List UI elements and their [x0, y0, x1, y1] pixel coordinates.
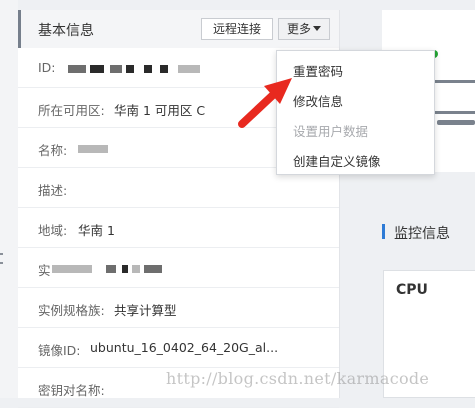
redacted-value: [106, 265, 116, 273]
menu-item-reset-password[interactable]: 重置密码: [293, 61, 343, 80]
info-row-image: 镜像ID: ubuntu_16_0402_64_20G_al...: [18, 328, 339, 368]
edge-mark: [0, 262, 3, 264]
redacted-value: [144, 265, 162, 273]
remote-connect-button[interactable]: 远程连接: [201, 18, 273, 40]
cpu-chart-title: CPU: [396, 282, 428, 298]
panel-header: 基本信息 远程连接 更多: [18, 10, 339, 48]
row-value: ubuntu_16_0402_64_20G_al...: [90, 340, 279, 355]
redacted-value: [68, 65, 86, 73]
row-label: 实: [38, 263, 51, 278]
row-label: 实例规格族:: [38, 303, 105, 318]
edge-mark: [0, 253, 3, 255]
watermark: http://blog.csdn.net/karmacode: [166, 369, 430, 388]
info-row-region: 地域: 华南 1: [18, 208, 339, 248]
menu-item-edit-info[interactable]: 修改信息: [293, 91, 343, 110]
menu-item-set-user-data: 设置用户数据: [293, 124, 369, 139]
row-label: 密钥对名称:: [38, 383, 105, 398]
redacted-value: [178, 65, 200, 73]
more-button-label: 更多: [286, 22, 311, 36]
menu-item-create-custom-image[interactable]: 创建自定义镜像: [293, 151, 381, 170]
redacted-value: [160, 65, 168, 73]
redacted-value: [110, 65, 122, 73]
row-value: 华南 1: [78, 223, 115, 238]
redacted-value: [52, 265, 92, 273]
row-label: ID:: [38, 60, 56, 75]
row-label: 描述:: [38, 183, 68, 198]
section-accent-bar: [382, 224, 385, 239]
annotation-arrow-icon: [238, 78, 292, 128]
caret-down-icon: [313, 26, 321, 31]
redacted-value: [144, 65, 152, 73]
redacted-value: [78, 145, 108, 153]
monitor-stand-icon: [437, 120, 475, 125]
redacted-value: [126, 65, 134, 73]
row-value: 共享计算型: [114, 303, 177, 318]
row-label: 地域:: [38, 223, 68, 238]
redacted-value: [132, 265, 140, 273]
row-value: 华南 1 可用区 C: [114, 103, 206, 118]
redacted-value: [90, 65, 104, 73]
row-label: 名称:: [38, 143, 68, 158]
monitor-section-title: 监控信息: [394, 226, 450, 242]
panel-title: 基本信息: [38, 23, 94, 39]
more-dropdown-menu: 重置密码 修改信息 设置用户数据 创建自定义镜像: [276, 50, 435, 175]
left-edge-strip: [0, 0, 18, 398]
row-label: 所在可用区:: [38, 103, 105, 118]
redacted-value: [122, 265, 128, 273]
row-label: 镜像ID:: [38, 343, 81, 358]
info-row-family: 实例规格族: 共享计算型: [18, 288, 339, 328]
more-button[interactable]: 更多: [278, 18, 330, 40]
info-row-instance: 实: [18, 248, 339, 288]
monitor-icon: [432, 80, 475, 114]
